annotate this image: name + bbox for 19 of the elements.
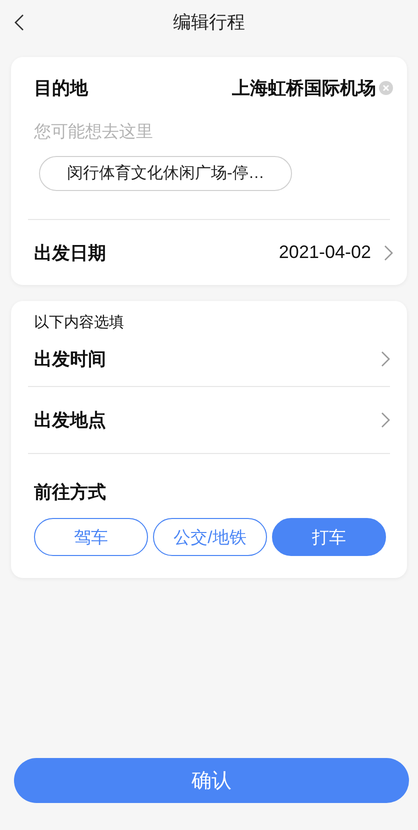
transport-option[interactable]: 打车 [272, 518, 386, 556]
transport-option[interactable]: 公交/地铁 [153, 518, 267, 556]
date-value[interactable]: 2021-04-02 [278, 242, 371, 263]
date-label: 出发日期 [34, 242, 106, 264]
chevron-right-icon [381, 412, 390, 428]
chevron-right-icon [381, 351, 390, 367]
optional-heading: 以下内容选填 [34, 313, 125, 332]
destination-value: 上海虹桥国际机场 [232, 77, 376, 100]
page-title: 编辑行程 [173, 11, 245, 34]
destination-label: 目的地 [34, 77, 88, 100]
confirm-button[interactable]: 确认 [14, 758, 409, 803]
field-label[interactable]: 出发时间 [34, 347, 106, 371]
suggestion-chip[interactable]: 闵行体育文化休闲广场-停… [39, 156, 292, 191]
chevron-right-icon [384, 244, 393, 260]
suggestion-label: 您可能想去这里 [34, 121, 154, 143]
field-label[interactable]: 出发地点 [34, 408, 106, 432]
back-icon[interactable] [14, 14, 24, 31]
transport-option[interactable]: 驾车 [34, 518, 148, 556]
transport-label: 前往方式 [34, 481, 107, 504]
